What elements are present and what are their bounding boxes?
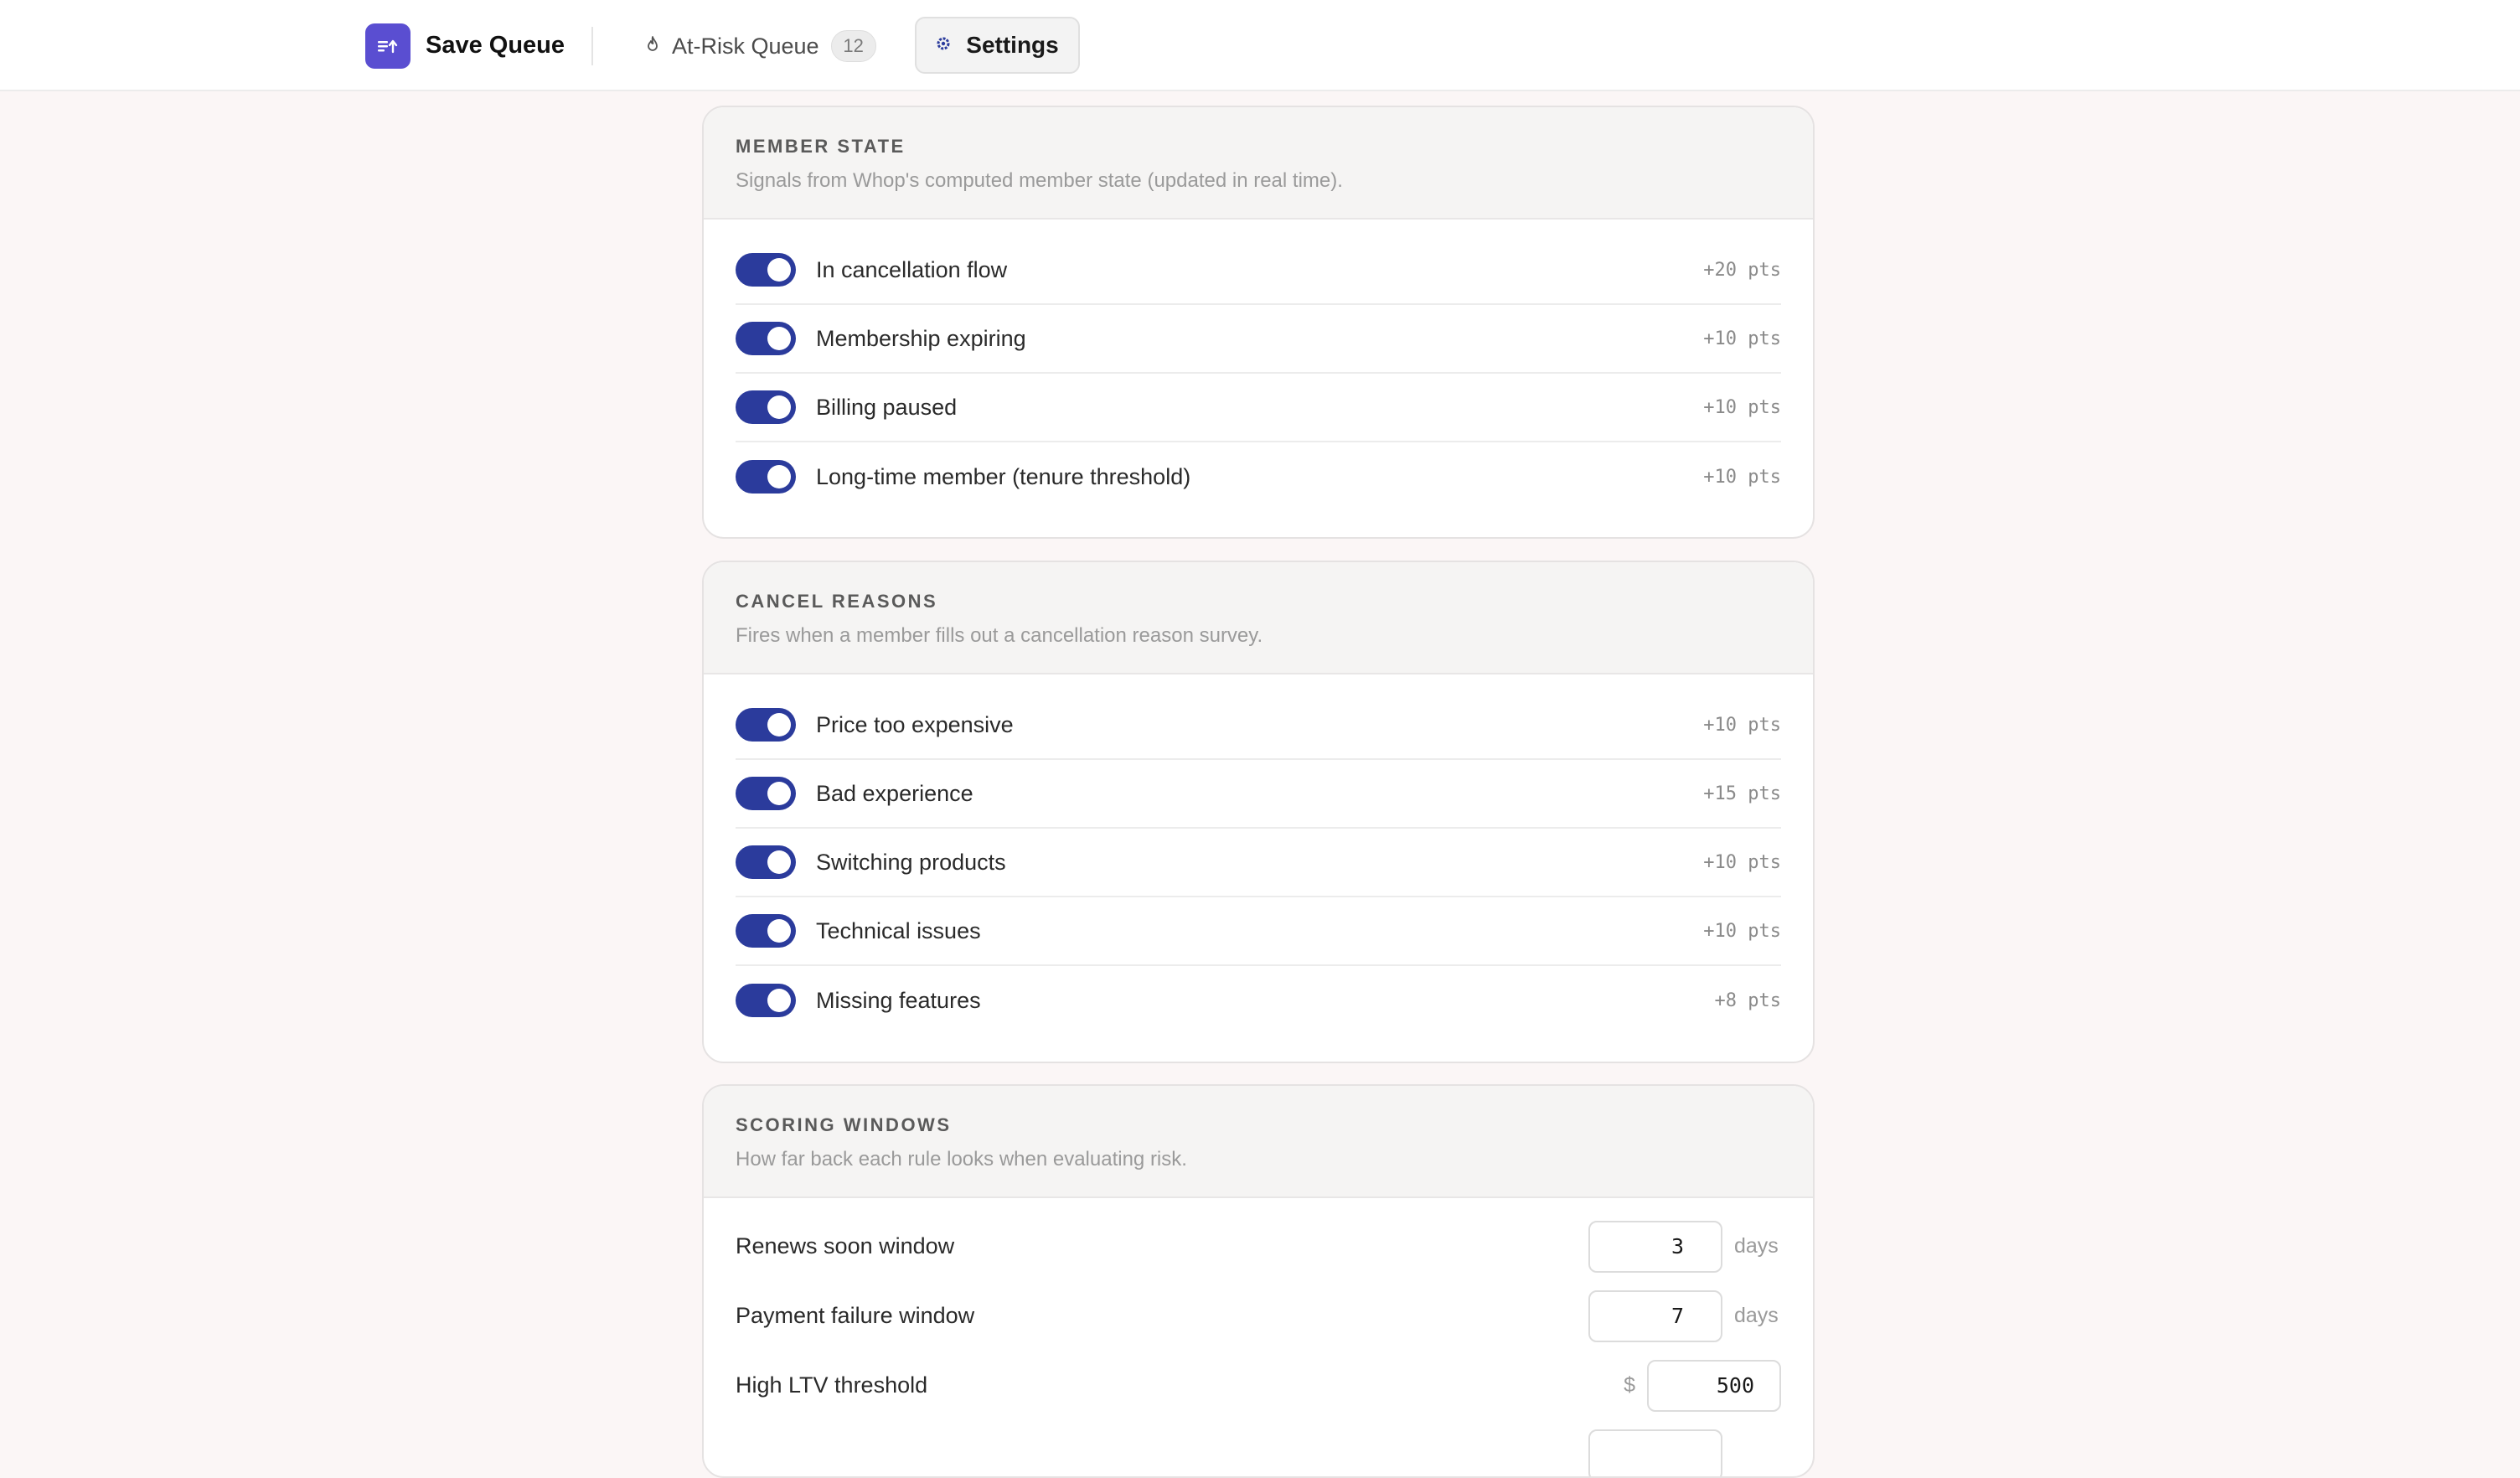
gear-icon (936, 36, 951, 55)
rule-points: +20 pts (1703, 260, 1781, 281)
rule-points: +10 pts (1703, 921, 1781, 942)
rule-row: Long-time member (tenure threshold) +10 … (736, 442, 1781, 511)
member-state-title: MEMBER STATE (736, 107, 1781, 159)
rule-points: +10 pts (1703, 715, 1781, 736)
rule-row: In cancellation flow +20 pts (736, 236, 1781, 305)
rule-label: Switching products (816, 850, 1703, 876)
rule-row: Membership expiring +10 pts (736, 305, 1781, 374)
rule-toggle[interactable] (736, 708, 796, 742)
rule-toggle[interactable] (736, 460, 796, 494)
rule-label: In cancellation flow (816, 257, 1703, 283)
window-row-renews-soon: Renews soon window 3 days (736, 1212, 1781, 1281)
rule-label: Billing paused (816, 395, 1703, 421)
rule-toggle[interactable] (736, 390, 796, 424)
scoring-windows-title: SCORING WINDOWS (736, 1086, 1781, 1138)
renews-soon-input[interactable]: 3 (1588, 1221, 1722, 1273)
rule-row: Missing features +8 pts (736, 966, 1781, 1035)
cancel-reasons-title: CANCEL REASONS (736, 562, 1781, 614)
member-state-card: MEMBER STATE Signals from Whop's compute… (702, 106, 1815, 539)
partial-input[interactable] (1588, 1429, 1722, 1478)
nav-settings-tab[interactable]: Settings (915, 17, 1080, 74)
unit-label: days (1734, 1304, 1781, 1328)
window-row-payment-failure: Payment failure window 7 days (736, 1281, 1781, 1351)
rule-points: +10 pts (1703, 328, 1781, 349)
rule-label: Price too expensive (816, 712, 1703, 738)
currency-prefix: $ (1624, 1373, 1635, 1398)
rule-row: Technical issues +10 pts (736, 897, 1781, 966)
window-label: Renews soon window (736, 1233, 1588, 1259)
rule-points: +10 pts (1703, 852, 1781, 873)
nav-at-risk-queue[interactable]: At-Risk Queue 12 (645, 25, 876, 67)
nav-divider (591, 27, 593, 65)
high-ltv-input[interactable]: 500 (1647, 1360, 1781, 1412)
rule-points: +8 pts (1715, 990, 1781, 1011)
at-risk-count-badge: 12 (831, 30, 876, 62)
save-queue-logo-icon[interactable] (365, 23, 411, 69)
payment-failure-input[interactable]: 7 (1588, 1290, 1722, 1342)
member-state-description: Signals from Whop's computed member stat… (736, 168, 1781, 194)
top-nav-bar: Save Queue At-Risk Queue 12 Settings (0, 0, 2520, 91)
rule-toggle[interactable] (736, 253, 796, 287)
rule-points: +10 pts (1703, 467, 1781, 488)
rule-label: Membership expiring (816, 326, 1703, 352)
rule-toggle[interactable] (736, 914, 796, 948)
rule-row: Bad experience +15 pts (736, 760, 1781, 829)
brand-name: Save Queue (426, 28, 565, 62)
rule-label: Technical issues (816, 918, 1703, 944)
window-row-partial (736, 1420, 1781, 1478)
rule-toggle[interactable] (736, 845, 796, 879)
member-state-header: MEMBER STATE Signals from Whop's compute… (704, 107, 1813, 220)
window-label: Payment failure window (736, 1303, 1588, 1329)
rule-toggle[interactable] (736, 984, 796, 1017)
window-row-high-ltv: High LTV threshold $ 500 (736, 1351, 1781, 1420)
rule-toggle[interactable] (736, 322, 796, 355)
scoring-windows-card: SCORING WINDOWS How far back each rule l… (702, 1084, 1815, 1478)
window-label: High LTV threshold (736, 1372, 1624, 1398)
rule-row: Switching products +10 pts (736, 829, 1781, 897)
scoring-windows-header: SCORING WINDOWS How far back each rule l… (704, 1086, 1813, 1198)
rule-toggle[interactable] (736, 777, 796, 810)
unit-label: days (1734, 1234, 1781, 1258)
rule-points: +10 pts (1703, 397, 1781, 418)
flame-icon (645, 35, 660, 58)
rule-row: Price too expensive +10 pts (736, 691, 1781, 760)
cancel-reasons-card: CANCEL REASONS Fires when a member fills… (702, 561, 1815, 1063)
nav-settings-label: Settings (966, 32, 1058, 59)
rule-label: Long-time member (tenure threshold) (816, 464, 1703, 490)
rule-points: +15 pts (1703, 783, 1781, 804)
rule-row: Billing paused +10 pts (736, 374, 1781, 442)
scoring-windows-description: How far back each rule looks when evalua… (736, 1146, 1781, 1173)
rule-label: Missing features (816, 988, 1715, 1014)
rule-label: Bad experience (816, 781, 1703, 807)
cancel-reasons-description: Fires when a member fills out a cancella… (736, 623, 1781, 649)
cancel-reasons-header: CANCEL REASONS Fires when a member fills… (704, 562, 1813, 674)
nav-at-risk-label: At-Risk Queue (672, 34, 819, 59)
